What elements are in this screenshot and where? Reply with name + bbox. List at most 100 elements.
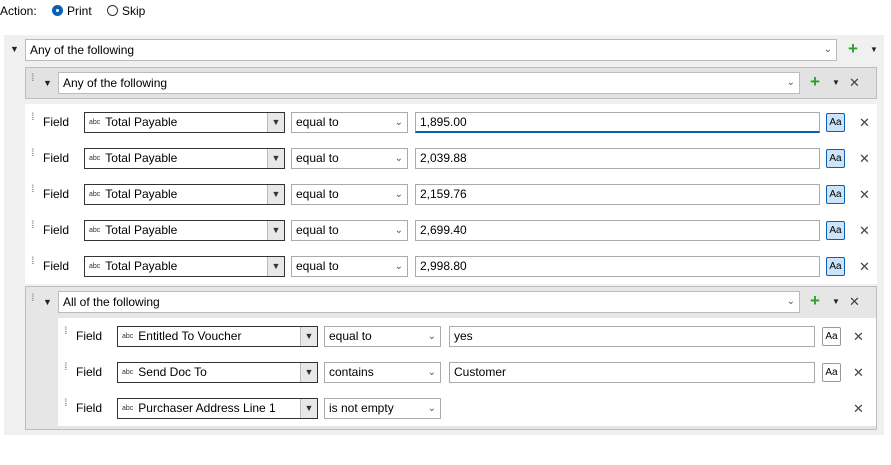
collapse-group1-icon[interactable]: ▼ — [43, 78, 52, 88]
dropdown-arrow-icon[interactable]: ▼ — [267, 113, 284, 132]
drag-handle-icon[interactable]: ⁞⁞ — [31, 294, 39, 304]
skip-radio[interactable] — [107, 5, 118, 16]
table-row: ⁞⁞ Field abc Total Payable ▼ equal to ⌄ 2… — [25, 140, 877, 176]
value-text: 2,998.80 — [420, 259, 467, 273]
drag-handle-icon[interactable]: ⁞⁞ — [31, 113, 39, 123]
field-select[interactable]: abc Total Payable ▼ — [84, 256, 285, 277]
match-case-toggle[interactable]: Aa — [822, 327, 841, 346]
match-case-toggle[interactable]: Aa — [826, 149, 845, 168]
field-select[interactable]: abc Total Payable ▼ — [84, 112, 285, 133]
field-select[interactable]: abc Total Payable ▼ — [84, 184, 285, 205]
dropdown-arrow-icon[interactable]: ▼ — [300, 399, 317, 418]
text-type-icon: abc — [89, 155, 101, 163]
field-value: Total Payable — [105, 115, 178, 129]
drag-handle-icon[interactable]: ⁞⁞ — [64, 399, 72, 409]
dropdown-arrow-icon[interactable]: ▼ — [300, 363, 317, 382]
collapse-group2-icon[interactable]: ▼ — [43, 297, 52, 307]
remove-row-icon[interactable]: ✕ — [859, 260, 870, 274]
field-label: Field — [43, 115, 70, 129]
table-row: ⁞⁞ Field abc Entitled To Voucher ▼ equal … — [58, 318, 876, 354]
drag-handle-icon[interactable]: ⁞⁞ — [31, 74, 39, 84]
operator-select[interactable]: is not empty ⌄ — [324, 398, 441, 419]
chevron-down-icon: ⌄ — [823, 44, 832, 55]
dropdown-arrow-icon[interactable]: ▼ — [267, 221, 284, 240]
dropdown-arrow-icon[interactable]: ▼ — [267, 149, 284, 168]
field-select[interactable]: abc Purchaser Address Line 1 ▼ — [117, 398, 318, 419]
value-input[interactable]: 2,039.88 — [415, 148, 820, 169]
drag-handle-icon[interactable]: ⁞⁞ — [31, 149, 39, 159]
operator-value: equal to — [329, 329, 372, 343]
field-select[interactable]: abc Total Payable ▼ — [84, 220, 285, 241]
remove-row-icon[interactable]: ✕ — [853, 330, 864, 344]
match-case-toggle[interactable]: Aa — [826, 113, 845, 132]
field-value: Send Doc To — [138, 365, 207, 379]
dropdown-arrow-icon[interactable]: ▼ — [267, 257, 284, 276]
remove-row-icon[interactable]: ✕ — [853, 402, 864, 416]
value-text: yes — [454, 329, 473, 343]
add-menu-group2-icon[interactable]: ▼ — [832, 297, 840, 306]
operator-select[interactable]: equal to ⌄ — [291, 148, 408, 169]
table-row: ⁞⁞ Field abc Purchaser Address Line 1 ▼ i… — [58, 390, 876, 426]
value-input[interactable]: 2,998.80 — [415, 256, 820, 277]
table-row: ⁞⁞ Field abc Total Payable ▼ equal to ⌄ 1… — [25, 104, 877, 140]
operator-select[interactable]: equal to ⌄ — [291, 184, 408, 205]
chevron-down-icon: ⌄ — [786, 296, 795, 307]
drag-handle-icon[interactable]: ⁞⁞ — [64, 363, 72, 373]
operator-select[interactable]: equal to ⌄ — [291, 220, 408, 241]
match-case-toggle[interactable]: Aa — [826, 221, 845, 240]
operator-value: equal to — [296, 187, 339, 201]
chevron-down-icon: ⌄ — [786, 77, 795, 88]
field-value: Entitled To Voucher — [138, 329, 242, 343]
field-select[interactable]: abc Entitled To Voucher ▼ — [117, 326, 318, 347]
value-input[interactable]: 1,895.00 — [415, 112, 820, 133]
add-condition-group1-icon[interactable]: + — [810, 73, 820, 90]
text-type-icon: abc — [122, 405, 134, 413]
collapse-root-icon[interactable]: ▼ — [10, 44, 19, 54]
print-radio-label[interactable]: Print — [67, 4, 92, 18]
remove-row-icon[interactable]: ✕ — [859, 116, 870, 130]
operator-select[interactable]: equal to ⌄ — [324, 326, 441, 347]
match-case-toggle[interactable]: Aa — [826, 257, 845, 276]
remove-row-icon[interactable]: ✕ — [859, 224, 870, 238]
drag-handle-icon[interactable]: ⁞⁞ — [31, 185, 39, 195]
value-text: 2,159.76 — [420, 187, 467, 201]
dropdown-arrow-icon[interactable]: ▼ — [300, 327, 317, 346]
remove-row-icon[interactable]: ✕ — [859, 152, 870, 166]
print-radio[interactable] — [52, 5, 63, 16]
operator-select[interactable]: equal to ⌄ — [291, 112, 408, 133]
field-select[interactable]: abc Send Doc To ▼ — [117, 362, 318, 383]
remove-row-icon[interactable]: ✕ — [859, 188, 870, 202]
chevron-down-icon: ⌄ — [427, 367, 436, 378]
operator-select[interactable]: equal to ⌄ — [291, 256, 408, 277]
operator-select[interactable]: contains ⌄ — [324, 362, 441, 383]
dropdown-arrow-icon[interactable]: ▼ — [267, 185, 284, 204]
root-group-mode-select[interactable]: Any of the following ⌄ — [25, 39, 837, 61]
remove-group2-icon[interactable]: ✕ — [849, 295, 860, 309]
group1-mode-select[interactable]: Any of the following ⌄ — [58, 72, 800, 94]
drag-handle-icon[interactable]: ⁞⁞ — [64, 327, 72, 337]
field-select[interactable]: abc Total Payable ▼ — [84, 148, 285, 169]
add-condition-group2-icon[interactable]: + — [810, 292, 820, 309]
value-input[interactable]: 2,699.40 — [415, 220, 820, 241]
match-case-toggle[interactable]: Aa — [826, 185, 845, 204]
add-menu-root-icon[interactable]: ▼ — [870, 45, 878, 54]
value-input[interactable]: 2,159.76 — [415, 184, 820, 205]
drag-handle-icon[interactable]: ⁞⁞ — [31, 257, 39, 267]
add-condition-root-icon[interactable]: + — [848, 40, 858, 57]
field-label: Field — [43, 259, 70, 273]
chevron-down-icon: ⌄ — [394, 153, 403, 164]
value-text: Customer — [454, 365, 507, 379]
remove-group1-icon[interactable]: ✕ — [849, 76, 860, 90]
group2-mode-select[interactable]: All of the following ⌄ — [58, 291, 800, 313]
remove-row-icon[interactable]: ✕ — [853, 366, 864, 380]
value-input[interactable]: Customer — [449, 362, 815, 383]
skip-radio-label[interactable]: Skip — [122, 4, 145, 18]
field-label: Field — [76, 401, 103, 415]
drag-handle-icon[interactable]: ⁞⁞ — [31, 221, 39, 231]
text-type-icon: abc — [89, 191, 101, 199]
chevron-down-icon: ⌄ — [427, 403, 436, 414]
value-input[interactable]: yes — [449, 326, 815, 347]
chevron-down-icon: ⌄ — [394, 261, 403, 272]
add-menu-group1-icon[interactable]: ▼ — [832, 78, 840, 87]
match-case-toggle[interactable]: Aa — [822, 363, 841, 382]
